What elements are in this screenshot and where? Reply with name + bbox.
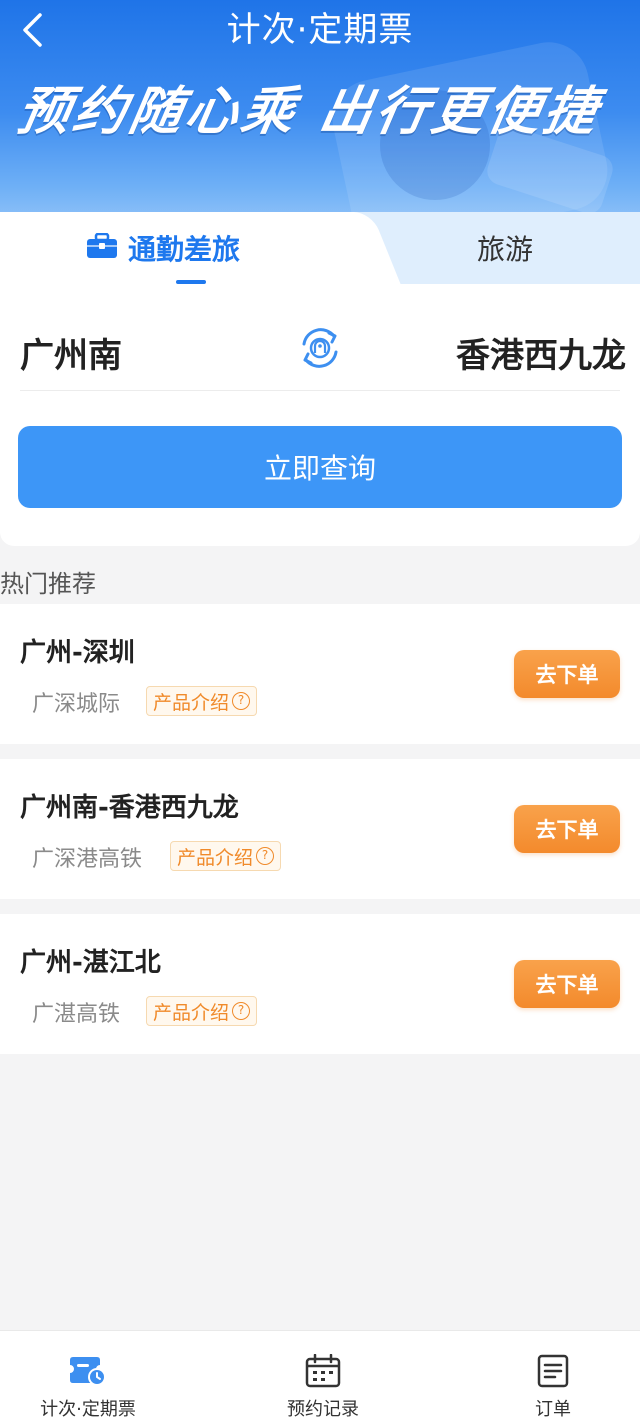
page-title: 计次·定期票 [226, 10, 414, 50]
tab-travel-label: 旅游 [476, 233, 533, 266]
active-tab-indicator [176, 280, 206, 284]
search-button[interactable]: 立即查询 [18, 426, 622, 508]
route-card[interactable]: 广州南-香港西九龙 广深港高铁 产品介绍 ? 去下单 [0, 759, 640, 899]
banner-slogan: 预约随心乘 出行更便捷 [12, 82, 606, 142]
route-type: 广深港高铁 [32, 847, 143, 872]
nav-label: 计次·定期票 [40, 1399, 136, 1420]
order-button[interactable]: 去下单 [514, 805, 620, 853]
divider [20, 390, 620, 391]
swap-icon [302, 328, 338, 368]
departure-station[interactable]: 广州南 [20, 328, 122, 377]
product-intro-label: 产品介绍 [177, 846, 254, 869]
trip-type-tabs: 通勤差旅 旅游 [0, 212, 640, 284]
section-title-hot: 热门推荐 [0, 570, 96, 598]
nav-label: 预约记录 [287, 1399, 359, 1420]
document-icon [537, 1353, 569, 1389]
swap-stations-button[interactable] [296, 324, 344, 372]
product-intro-tag[interactable]: 产品介绍 ? [146, 686, 258, 716]
route-type: 广湛高铁 [32, 1002, 121, 1027]
product-intro-tag[interactable]: 产品介绍 ? [146, 996, 258, 1026]
route-card[interactable]: 广州-深圳 广深城际 产品介绍 ? 去下单 [0, 604, 640, 744]
route-name: 广州-深圳 [20, 638, 135, 668]
product-intro-tag[interactable]: 产品介绍 ? [170, 841, 282, 871]
nav-item-orders[interactable]: 订单 [473, 1331, 633, 1426]
bottom-navigation: 计次·定期票 预约记录 订单 [0, 1330, 640, 1426]
order-button[interactable]: 去下单 [514, 650, 620, 698]
help-icon: ? [232, 692, 251, 710]
route-type: 广深城际 [32, 692, 121, 717]
nav-item-tickets[interactable]: 计次·定期票 [8, 1331, 168, 1426]
route-name: 广州-湛江北 [20, 948, 161, 978]
tab-commute-label: 通勤差旅 [127, 233, 240, 266]
ticket-clock-icon [68, 1353, 108, 1389]
help-icon: ? [256, 847, 275, 865]
help-icon: ? [232, 1002, 251, 1020]
arrival-station[interactable]: 香港西九龙 [456, 328, 626, 377]
route-card[interactable]: 广州-湛江北 广湛高铁 产品介绍 ? 去下单 [0, 914, 640, 1054]
route-name: 广州南-香港西九龙 [20, 793, 239, 823]
tab-commute[interactable]: 通勤差旅 [0, 212, 356, 284]
calendar-icon [305, 1353, 341, 1389]
product-intro-label: 产品介绍 [153, 691, 230, 714]
order-button[interactable]: 去下单 [514, 960, 620, 1008]
nav-item-reservations[interactable]: 预约记录 [243, 1331, 403, 1426]
briefcase-icon [86, 232, 118, 263]
product-intro-label: 产品介绍 [153, 1001, 230, 1024]
nav-label: 订单 [535, 1399, 571, 1420]
search-card: 广州南 香港西九龙 立即查询 [0, 284, 640, 546]
